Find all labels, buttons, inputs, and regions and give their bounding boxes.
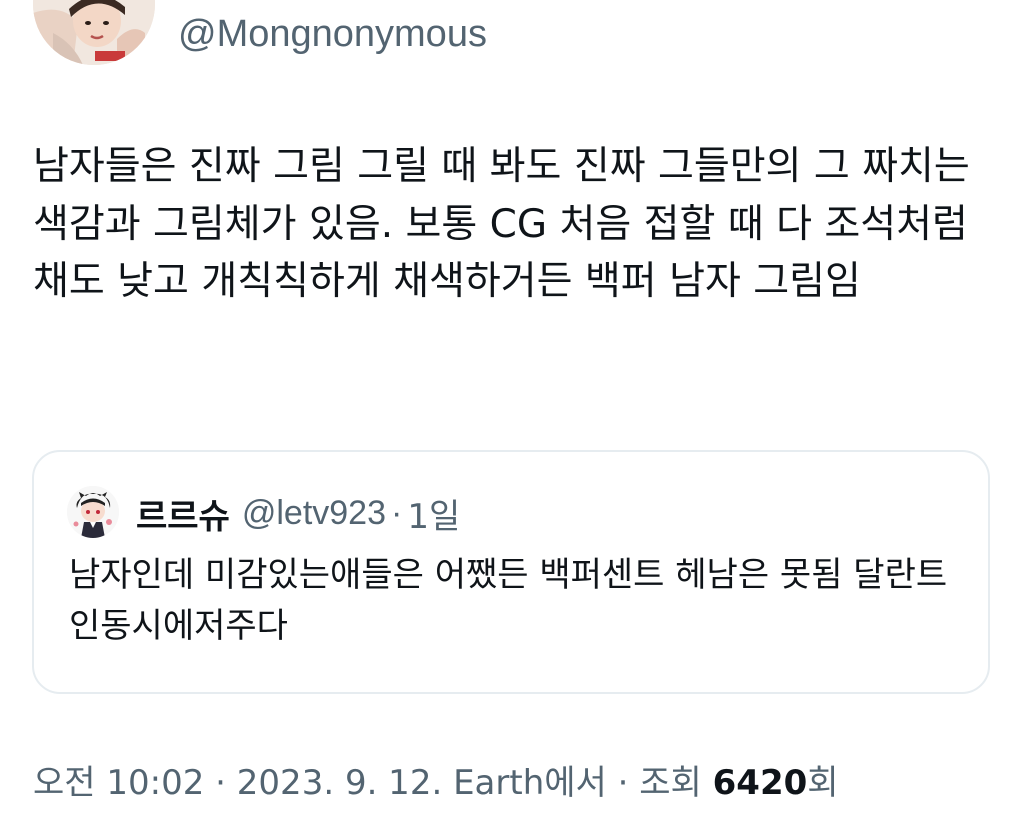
quote-header: 르르슈 @letv923 · 1일: [136, 488, 460, 538]
cartoon-character-avatar-icon: [67, 486, 119, 538]
tweet-date[interactable]: 2023. 9. 12.: [237, 763, 442, 803]
author-avatar[interactable]: [33, 0, 155, 65]
views-label: 조회: [639, 763, 702, 803]
quote-author-name[interactable]: 르르슈: [136, 489, 230, 538]
quote-timestamp[interactable]: 1일: [407, 489, 460, 538]
author-handle[interactable]: @Mongnonymous: [178, 12, 487, 56]
tweet-source: Earth에서: [453, 763, 607, 803]
views-suffix: 회: [807, 763, 839, 803]
quote-text: 남자인데 미감있는애들은 어쨌든 백퍼센트 헤남은 못됨 달란트인동시에저주다: [69, 555, 948, 646]
quote-author-handle[interactable]: @letv923: [242, 494, 386, 533]
quote-avatar[interactable]: [67, 486, 119, 538]
tweet-time[interactable]: 오전 10:02: [33, 763, 204, 803]
meta-separator: ·: [215, 763, 226, 803]
views-count: 6420: [712, 763, 808, 803]
meta-separator: ·: [617, 763, 629, 803]
tweet-text: 남자들은 진짜 그림 그릴 때 봐도 진짜 그들만의 그 짜치는 색감과 그림체…: [33, 144, 970, 304]
user-photo-avatar-icon: [33, 0, 155, 65]
quote-separator: ·: [391, 493, 403, 532]
quoted-tweet-card[interactable]: 르르슈 @letv923 · 1일 남자인데 미감있는애들은 어쨌든 백퍼센트 …: [32, 450, 990, 694]
tweet-meta: 오전 10:02 · 2023. 9. 12. Earth에서 · 조회 642…: [33, 760, 839, 806]
